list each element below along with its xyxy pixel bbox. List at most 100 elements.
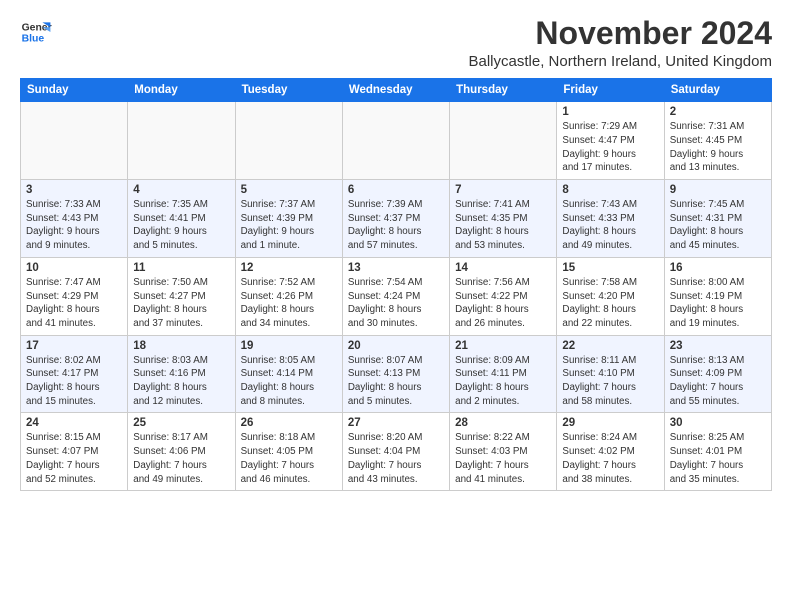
- weekday-header-tuesday: Tuesday: [235, 79, 342, 102]
- calendar-cell: 16 Sunrise: 8:00 AM Sunset: 4:19 PM Dayli…: [664, 257, 771, 335]
- calendar-cell: 30 Sunrise: 8:25 AM Sunset: 4:01 PM Dayli…: [664, 413, 771, 491]
- day-info: Sunrise: 8:18 AM Sunset: 4:05 PM Dayligh…: [241, 431, 337, 486]
- calendar-cell: [128, 102, 235, 180]
- day-number: 20: [348, 340, 444, 352]
- day-info: Sunrise: 8:13 AM Sunset: 4:09 PM Dayligh…: [670, 354, 766, 409]
- calendar-header: SundayMondayTuesdayWednesdayThursdayFrid…: [21, 79, 772, 102]
- day-number: 28: [455, 417, 551, 429]
- day-number: 9: [670, 184, 766, 196]
- calendar-cell: 14 Sunrise: 7:56 AM Sunset: 4:22 PM Dayli…: [450, 257, 557, 335]
- page: General Blue November 2024 Ballycastle, …: [0, 0, 792, 501]
- day-info: Sunrise: 7:41 AM Sunset: 4:35 PM Dayligh…: [455, 198, 551, 253]
- day-info: Sunrise: 7:56 AM Sunset: 4:22 PM Dayligh…: [455, 276, 551, 331]
- day-info: Sunrise: 7:54 AM Sunset: 4:24 PM Dayligh…: [348, 276, 444, 331]
- day-info: Sunrise: 7:43 AM Sunset: 4:33 PM Dayligh…: [562, 198, 658, 253]
- calendar-cell: 21Sunrise: 8:09 AM Sunset: 4:11 PM Dayli…: [450, 335, 557, 413]
- svg-text:Blue: Blue: [22, 34, 45, 45]
- subtitle: Ballycastle, Northern Ireland, United Ki…: [469, 53, 773, 70]
- calendar-cell: 8 Sunrise: 7:43 AM Sunset: 4:33 PM Daylig…: [557, 180, 664, 258]
- day-number: 16: [670, 262, 766, 274]
- day-info: Sunrise: 8:09 AM Sunset: 4:11 PM Dayligh…: [455, 354, 551, 409]
- calendar-cell: 6Sunrise: 7:39 AM Sunset: 4:37 PM Daylig…: [342, 180, 449, 258]
- day-number: 1: [562, 106, 658, 118]
- day-number: 8: [562, 184, 658, 196]
- weekday-header-wednesday: Wednesday: [342, 79, 449, 102]
- calendar-cell: [342, 102, 449, 180]
- calendar-week-4: 17 Sunrise: 8:02 AM Sunset: 4:17 PM Dayli…: [21, 335, 772, 413]
- calendar-cell: 27 Sunrise: 8:20 AM Sunset: 4:04 PM Dayli…: [342, 413, 449, 491]
- day-number: 26: [241, 417, 337, 429]
- header: General Blue November 2024 Ballycastle, …: [20, 16, 772, 70]
- day-info: Sunrise: 7:50 AM Sunset: 4:27 PM Dayligh…: [133, 276, 229, 331]
- main-title: November 2024: [469, 16, 773, 51]
- calendar-cell: 4 Sunrise: 7:35 AM Sunset: 4:41 PM Daylig…: [128, 180, 235, 258]
- calendar-cell: 18Sunrise: 8:03 AM Sunset: 4:16 PM Dayli…: [128, 335, 235, 413]
- calendar-cell: 23 Sunrise: 8:13 AM Sunset: 4:09 PM Dayli…: [664, 335, 771, 413]
- calendar-week-2: 3 Sunrise: 7:33 AM Sunset: 4:43 PM Daylig…: [21, 180, 772, 258]
- calendar-week-5: 24Sunrise: 8:15 AM Sunset: 4:07 PM Dayli…: [21, 413, 772, 491]
- day-info: Sunrise: 8:05 AM Sunset: 4:14 PM Dayligh…: [241, 354, 337, 409]
- day-info: Sunrise: 8:02 AM Sunset: 4:17 PM Dayligh…: [26, 354, 122, 409]
- calendar-cell: 25 Sunrise: 8:17 AM Sunset: 4:06 PM Dayli…: [128, 413, 235, 491]
- calendar-cell: 1 Sunrise: 7:29 AM Sunset: 4:47 PM Daylig…: [557, 102, 664, 180]
- calendar-cell: 24Sunrise: 8:15 AM Sunset: 4:07 PM Dayli…: [21, 413, 128, 491]
- calendar-cell: [21, 102, 128, 180]
- calendar-cell: [450, 102, 557, 180]
- calendar-cell: 28 Sunrise: 8:22 AM Sunset: 4:03 PM Dayli…: [450, 413, 557, 491]
- day-info: Sunrise: 8:07 AM Sunset: 4:13 PM Dayligh…: [348, 354, 444, 409]
- day-info: Sunrise: 7:29 AM Sunset: 4:47 PM Dayligh…: [562, 120, 658, 175]
- day-info: Sunrise: 8:22 AM Sunset: 4:03 PM Dayligh…: [455, 431, 551, 486]
- day-info: Sunrise: 8:00 AM Sunset: 4:19 PM Dayligh…: [670, 276, 766, 331]
- calendar-cell: 15 Sunrise: 7:58 AM Sunset: 4:20 PM Dayli…: [557, 257, 664, 335]
- day-number: 3: [26, 184, 122, 196]
- calendar-cell: 29 Sunrise: 8:24 AM Sunset: 4:02 PM Dayli…: [557, 413, 664, 491]
- day-number: 19: [241, 340, 337, 352]
- day-number: 15: [562, 262, 658, 274]
- day-info: Sunrise: 7:45 AM Sunset: 4:31 PM Dayligh…: [670, 198, 766, 253]
- calendar-cell: 11 Sunrise: 7:50 AM Sunset: 4:27 PM Dayli…: [128, 257, 235, 335]
- calendar-cell: 5Sunrise: 7:37 AM Sunset: 4:39 PM Daylig…: [235, 180, 342, 258]
- day-number: 29: [562, 417, 658, 429]
- day-info: Sunrise: 8:17 AM Sunset: 4:06 PM Dayligh…: [133, 431, 229, 486]
- calendar: SundayMondayTuesdayWednesdayThursdayFrid…: [20, 78, 772, 491]
- day-info: Sunrise: 7:47 AM Sunset: 4:29 PM Dayligh…: [26, 276, 122, 331]
- day-number: 2: [670, 106, 766, 118]
- calendar-cell: 2Sunrise: 7:31 AM Sunset: 4:45 PM Daylig…: [664, 102, 771, 180]
- weekday-header-sunday: Sunday: [21, 79, 128, 102]
- calendar-cell: 20 Sunrise: 8:07 AM Sunset: 4:13 PM Dayli…: [342, 335, 449, 413]
- day-number: 23: [670, 340, 766, 352]
- day-info: Sunrise: 7:58 AM Sunset: 4:20 PM Dayligh…: [562, 276, 658, 331]
- day-info: Sunrise: 8:24 AM Sunset: 4:02 PM Dayligh…: [562, 431, 658, 486]
- day-number: 13: [348, 262, 444, 274]
- weekday-header-thursday: Thursday: [450, 79, 557, 102]
- calendar-cell: 10 Sunrise: 7:47 AM Sunset: 4:29 PM Dayli…: [21, 257, 128, 335]
- day-number: 12: [241, 262, 337, 274]
- day-info: Sunrise: 8:15 AM Sunset: 4:07 PM Dayligh…: [26, 431, 122, 486]
- calendar-cell: 7 Sunrise: 7:41 AM Sunset: 4:35 PM Daylig…: [450, 180, 557, 258]
- day-number: 11: [133, 262, 229, 274]
- day-info: Sunrise: 8:20 AM Sunset: 4:04 PM Dayligh…: [348, 431, 444, 486]
- calendar-cell: 26 Sunrise: 8:18 AM Sunset: 4:05 PM Dayli…: [235, 413, 342, 491]
- day-number: 27: [348, 417, 444, 429]
- calendar-week-1: 1 Sunrise: 7:29 AM Sunset: 4:47 PM Daylig…: [21, 102, 772, 180]
- day-number: 25: [133, 417, 229, 429]
- day-number: 30: [670, 417, 766, 429]
- day-number: 10: [26, 262, 122, 274]
- calendar-cell: 22Sunrise: 8:11 AM Sunset: 4:10 PM Dayli…: [557, 335, 664, 413]
- title-block: November 2024 Ballycastle, Northern Irel…: [469, 16, 773, 70]
- day-number: 14: [455, 262, 551, 274]
- calendar-cell: [235, 102, 342, 180]
- day-number: 17: [26, 340, 122, 352]
- day-info: Sunrise: 7:35 AM Sunset: 4:41 PM Dayligh…: [133, 198, 229, 253]
- day-info: Sunrise: 7:39 AM Sunset: 4:37 PM Dayligh…: [348, 198, 444, 253]
- day-info: Sunrise: 8:25 AM Sunset: 4:01 PM Dayligh…: [670, 431, 766, 486]
- day-number: 7: [455, 184, 551, 196]
- weekday-header-friday: Friday: [557, 79, 664, 102]
- day-number: 4: [133, 184, 229, 196]
- day-info: Sunrise: 8:11 AM Sunset: 4:10 PM Dayligh…: [562, 354, 658, 409]
- day-number: 5: [241, 184, 337, 196]
- day-info: Sunrise: 7:33 AM Sunset: 4:43 PM Dayligh…: [26, 198, 122, 253]
- calendar-cell: 13 Sunrise: 7:54 AM Sunset: 4:24 PM Dayli…: [342, 257, 449, 335]
- calendar-cell: 12Sunrise: 7:52 AM Sunset: 4:26 PM Dayli…: [235, 257, 342, 335]
- calendar-week-3: 10 Sunrise: 7:47 AM Sunset: 4:29 PM Dayli…: [21, 257, 772, 335]
